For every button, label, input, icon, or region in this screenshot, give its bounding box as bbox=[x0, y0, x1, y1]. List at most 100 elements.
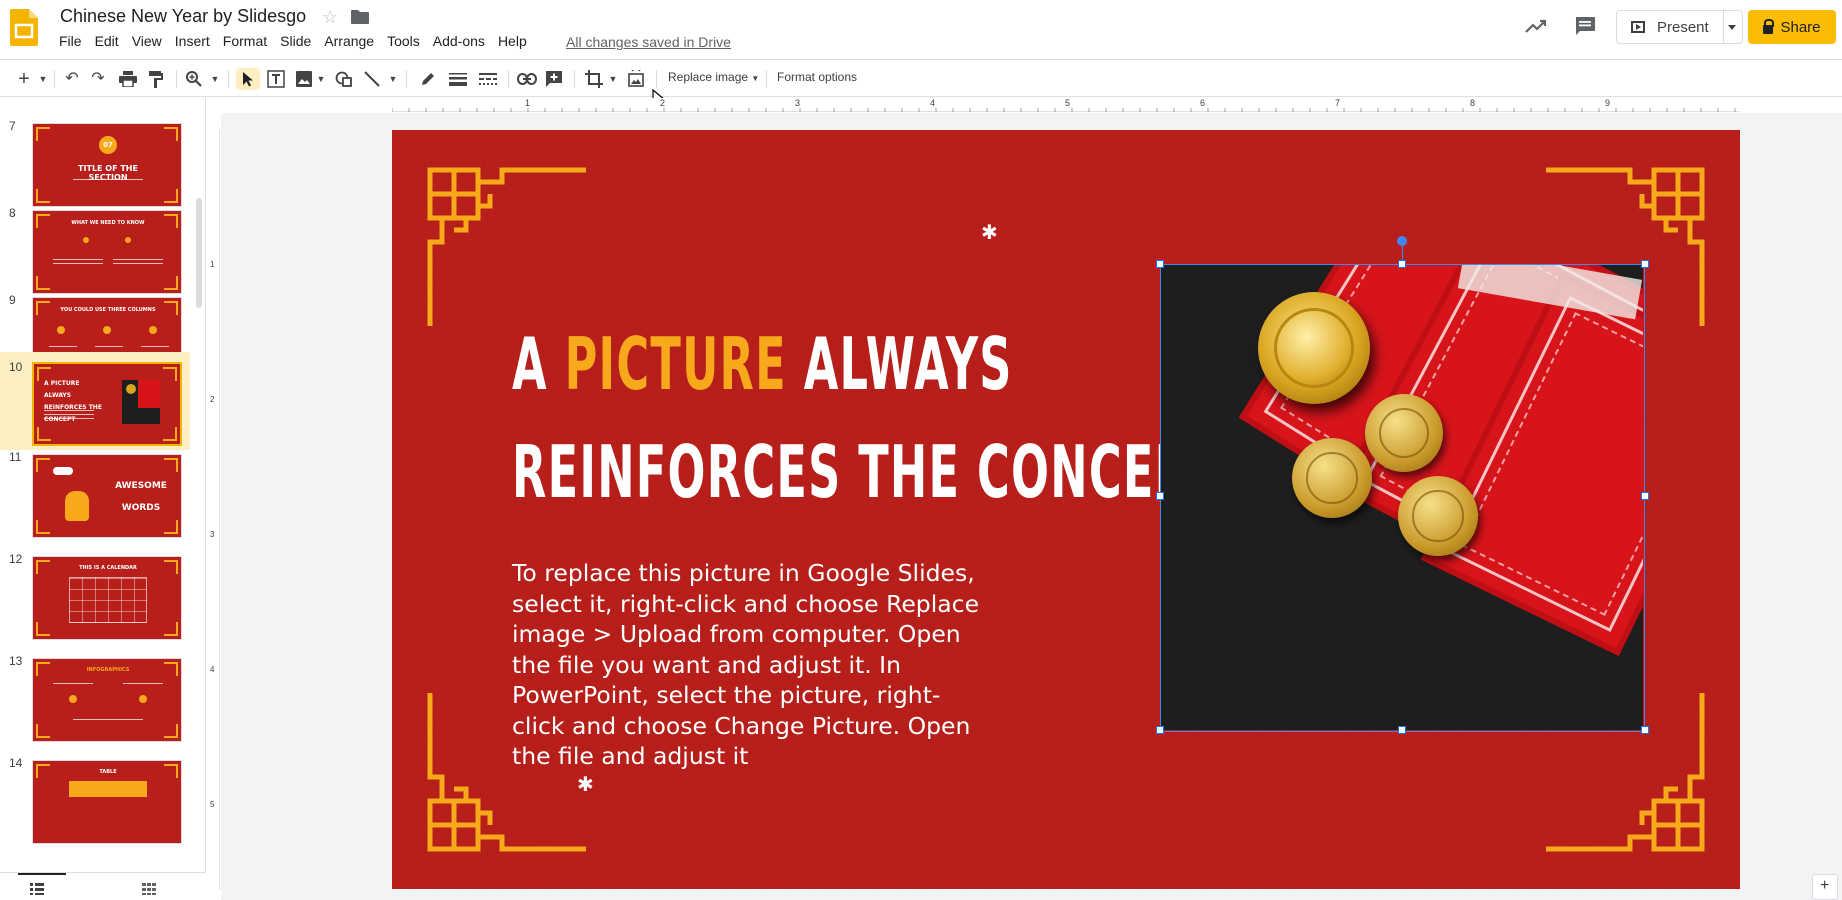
paint-format-icon[interactable] bbox=[146, 68, 166, 90]
selection-box bbox=[1160, 264, 1645, 732]
slide-thumbnail[interactable]: TABLE bbox=[32, 760, 182, 844]
text-box-icon[interactable] bbox=[266, 68, 286, 90]
resize-handle-s[interactable] bbox=[1398, 726, 1406, 734]
grid-view-icon[interactable] bbox=[142, 883, 156, 895]
slide-thumbnail[interactable]: A PICTURE ALWAYS REINFORCES THE CONCEPT bbox=[32, 362, 182, 446]
slide-body-text[interactable]: To replace this picture in Google Slides… bbox=[512, 558, 982, 772]
menu-view[interactable]: View bbox=[132, 33, 162, 49]
rotate-handle[interactable] bbox=[1397, 236, 1407, 246]
thumb-title: TABLE bbox=[99, 769, 117, 775]
slide-number: 8 bbox=[9, 206, 16, 220]
menu-slide[interactable]: Slide bbox=[280, 33, 311, 49]
image-icon[interactable] bbox=[294, 68, 314, 90]
toolbar-divider bbox=[656, 70, 657, 88]
title-line-1: A PICTURE ALWAYS bbox=[512, 310, 1011, 418]
thumb-badge: 07 bbox=[103, 141, 113, 149]
slide-thumbnail-row-selected[interactable]: 10 A PICTURE ALWAYS REINFORCES THE CONCE… bbox=[0, 352, 190, 450]
thumb-cloud bbox=[53, 467, 73, 475]
slide-thumbnail-row[interactable] bbox=[0, 98, 190, 110]
menu-edit[interactable]: Edit bbox=[95, 33, 119, 49]
title-part-2: ALWAYS bbox=[786, 322, 1013, 406]
menu-arrange[interactable]: Arrange bbox=[324, 33, 374, 49]
resize-handle-ne[interactable] bbox=[1641, 260, 1649, 268]
zoom-dropdown-icon[interactable]: ▼ bbox=[210, 68, 220, 90]
slide-thumbnail-row[interactable]: 12 THIS IS A CALENDAR bbox=[0, 552, 190, 654]
format-options-button[interactable]: Format options bbox=[777, 70, 857, 84]
image-dropdown-icon[interactable]: ▼ bbox=[316, 68, 326, 90]
line-icon[interactable] bbox=[362, 68, 382, 90]
slide-number: 10 bbox=[9, 360, 23, 374]
ruler-label: 9 bbox=[1605, 98, 1611, 108]
present-button[interactable]: Present bbox=[1616, 10, 1724, 44]
present-icon bbox=[1631, 21, 1645, 33]
undo-icon[interactable]: ↶ bbox=[62, 68, 82, 90]
explore-button[interactable] bbox=[1812, 874, 1838, 900]
redo-icon[interactable]: ↷ bbox=[88, 68, 108, 90]
replace-image-dropdown-icon: ▼ bbox=[751, 74, 760, 83]
menu-help[interactable]: Help bbox=[498, 33, 527, 49]
slide-title[interactable]: A PICTURE ALWAYS REINFORCES THE CONCEPT bbox=[512, 310, 1221, 526]
star-icon[interactable]: ☆ bbox=[322, 7, 338, 28]
title-accent-word: PICTURE bbox=[564, 322, 787, 406]
new-slide-icon[interactable]: + bbox=[14, 68, 34, 90]
add-comment-icon[interactable] bbox=[544, 68, 564, 90]
list-view-icon[interactable] bbox=[30, 883, 44, 895]
activity-trend-icon[interactable] bbox=[1524, 16, 1548, 36]
document-title[interactable]: Chinese New Year by Slidesgo bbox=[60, 6, 306, 27]
menu-addons[interactable]: Add-ons bbox=[433, 33, 485, 49]
title-line-2: REINFORCES THE CONCEPT bbox=[512, 430, 1221, 514]
resize-handle-nw[interactable] bbox=[1156, 260, 1164, 268]
slide-thumbnail-row[interactable]: 11 AWESOME WORDS bbox=[0, 450, 190, 552]
slides-panel-scrollbar[interactable] bbox=[196, 198, 202, 308]
slides-logo-icon[interactable] bbox=[10, 9, 38, 46]
border-weight-icon[interactable] bbox=[448, 68, 468, 90]
line-dropdown-icon[interactable]: ▼ bbox=[388, 68, 398, 90]
border-dash-icon[interactable] bbox=[478, 68, 498, 90]
folder-icon[interactable] bbox=[351, 10, 369, 24]
slide-number: 11 bbox=[9, 450, 22, 464]
slide-number: 13 bbox=[9, 654, 23, 668]
resize-handle-e[interactable] bbox=[1641, 492, 1649, 500]
toolbar: + ▼ ↶ ↷ ▼ ▼ ▼ ▼ Replace image ▼ Format o… bbox=[0, 59, 1842, 97]
slide-thumbnail[interactable]: INFOGRAPHICS bbox=[32, 658, 182, 742]
shape-icon[interactable] bbox=[334, 68, 354, 90]
ruler-label: 4 bbox=[210, 665, 215, 674]
thumb-title: INFOGRAPHICS bbox=[86, 667, 130, 673]
resize-handle-se[interactable] bbox=[1641, 726, 1649, 734]
slide-thumbnail[interactable]: WHAT WE NEED TO KNOW bbox=[32, 210, 182, 294]
zoom-icon[interactable] bbox=[184, 68, 204, 90]
thumb-envelope bbox=[138, 380, 160, 408]
menu-insert[interactable]: Insert bbox=[175, 33, 210, 49]
resize-handle-sw[interactable] bbox=[1156, 726, 1164, 734]
ruler-label: 4 bbox=[930, 98, 936, 108]
resize-handle-w[interactable] bbox=[1156, 492, 1164, 500]
slide-thumbnail-row[interactable]: 13 INFOGRAPHICS bbox=[0, 654, 190, 756]
ruler-label: 3 bbox=[210, 530, 215, 539]
slide-thumbnail-row[interactable]: 14 TABLE bbox=[0, 756, 190, 858]
comment-icon[interactable] bbox=[1574, 16, 1596, 36]
menu-file[interactable]: File bbox=[59, 33, 82, 49]
slide-number: 12 bbox=[9, 552, 23, 566]
save-status-link[interactable]: All changes saved in Drive bbox=[566, 34, 731, 50]
menu-format[interactable]: Format bbox=[223, 33, 267, 49]
crop-dropdown-icon[interactable]: ▼ bbox=[608, 68, 618, 90]
share-button[interactable]: Share bbox=[1748, 10, 1836, 44]
slide-thumbnail[interactable]: AWESOME WORDS bbox=[32, 454, 182, 538]
toolbar-divider bbox=[176, 70, 177, 88]
new-slide-dropdown-icon[interactable]: ▼ bbox=[38, 68, 48, 90]
slide-thumbnail[interactable]: 07 TITLE OF THE SECTION bbox=[32, 123, 182, 207]
print-icon[interactable] bbox=[118, 68, 138, 90]
menu-tools[interactable]: Tools bbox=[387, 33, 420, 49]
link-icon[interactable] bbox=[516, 68, 538, 90]
slide-thumbnail[interactable]: THIS IS A CALENDAR bbox=[32, 556, 182, 640]
present-dropdown-button[interactable] bbox=[1723, 10, 1743, 44]
crop-icon[interactable] bbox=[584, 68, 604, 90]
border-color-icon[interactable] bbox=[418, 68, 438, 90]
replace-image-button[interactable]: Replace image ▼ bbox=[668, 70, 759, 84]
horizontal-ruler: 1 2 3 4 5 6 7 8 9 bbox=[392, 98, 1740, 112]
ruler-label: 5 bbox=[210, 800, 215, 809]
resize-handle-n[interactable] bbox=[1398, 260, 1406, 268]
select-tool-icon[interactable] bbox=[236, 68, 260, 90]
reset-image-icon[interactable] bbox=[626, 68, 646, 90]
ruler-label: 2 bbox=[210, 395, 215, 404]
